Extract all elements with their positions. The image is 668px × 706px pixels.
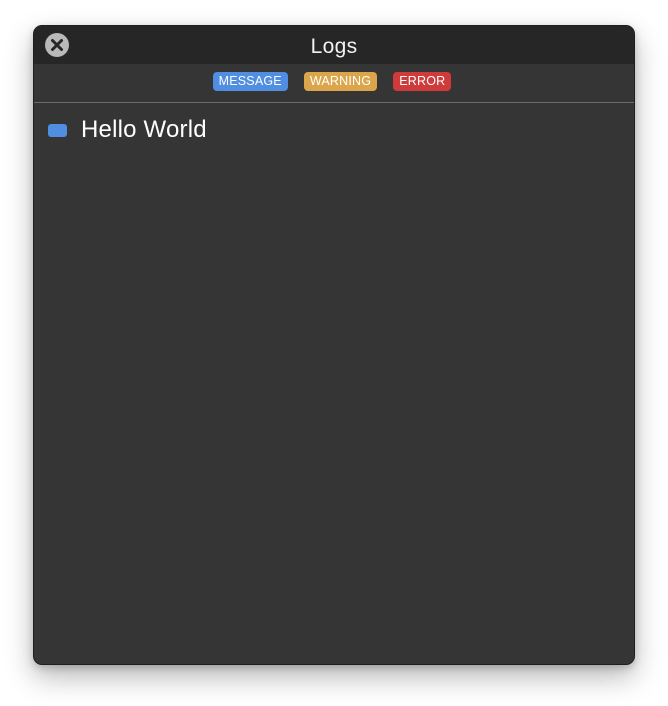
title-bar: Logs bbox=[34, 26, 634, 64]
logs-window: Logs MESSAGE WARNING ERROR Hello World bbox=[33, 25, 635, 665]
window-title: Logs bbox=[310, 35, 358, 58]
filter-group: MESSAGE WARNING ERROR bbox=[34, 72, 634, 91]
filter-error-button[interactable]: ERROR bbox=[393, 72, 452, 91]
filter-message-button[interactable]: MESSAGE bbox=[212, 72, 288, 91]
log-entry-text: Hello World bbox=[81, 116, 207, 143]
filter-bar: MESSAGE WARNING ERROR bbox=[34, 64, 634, 102]
filter-warning-button[interactable]: WARNING bbox=[303, 72, 378, 91]
log-entry[interactable]: Hello World bbox=[48, 116, 207, 143]
message-level-icon bbox=[48, 123, 67, 137]
log-list[interactable]: Hello World bbox=[34, 103, 634, 664]
